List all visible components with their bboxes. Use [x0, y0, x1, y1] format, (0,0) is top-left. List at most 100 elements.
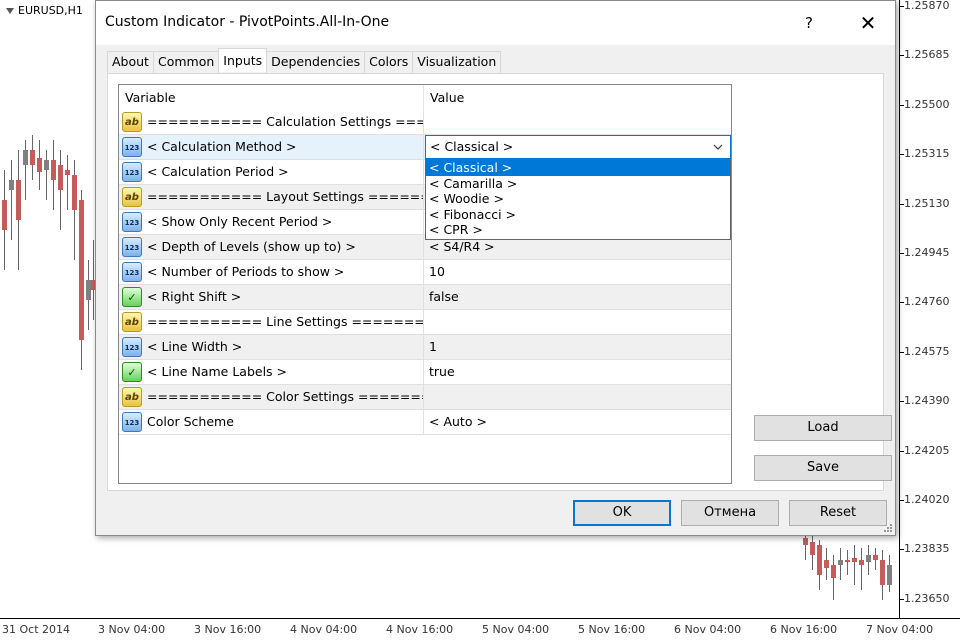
candle — [817, 540, 822, 590]
string-type-icon: ab — [122, 387, 142, 407]
cancel-button[interactable]: Отмена — [681, 500, 779, 526]
candle — [72, 160, 77, 260]
save-button[interactable]: Save — [754, 455, 892, 481]
variable-label: =========== Line Settings ============== — [147, 314, 424, 329]
variable-cell[interactable]: ab =========== Layout Settings ==========… — [119, 185, 424, 209]
value-cell[interactable]: < Auto > — [424, 410, 731, 434]
number-type-icon: 123 — [122, 337, 142, 357]
variable-cell[interactable]: ab =========== Color Settings =========== — [119, 385, 424, 409]
grid-row[interactable]: ab =========== Color Settings =========== — [119, 385, 731, 410]
variable-cell[interactable]: 123 Color Scheme — [119, 410, 424, 434]
time-label: 5 Nov 04:00 — [482, 623, 550, 636]
candle — [16, 150, 21, 270]
variable-cell[interactable]: 123 < Show Only Recent Period > — [119, 210, 424, 234]
candle — [810, 535, 815, 570]
variable-cell[interactable]: 123 < Calculation Period > — [119, 160, 424, 184]
variable-cell[interactable]: ✓ < Right Shift > — [119, 285, 424, 309]
bool-type-icon: ✓ — [122, 287, 142, 307]
variable-cell[interactable]: 123 < Line Width > — [119, 335, 424, 359]
tab-colors[interactable]: Colors — [364, 51, 414, 73]
variable-cell[interactable]: ab =========== Line Settings ============… — [119, 310, 424, 334]
value-label: false — [429, 289, 459, 304]
price-label: 1.24020 — [904, 493, 950, 506]
inputs-grid[interactable]: Variable Value ab =========== Calculation… — [118, 84, 732, 484]
grid-row[interactable]: ab =========== Calculation Settings =====… — [119, 110, 731, 135]
variable-cell[interactable]: ab =========== Calculation Settings =====… — [119, 110, 424, 134]
candle — [824, 548, 829, 580]
candle — [30, 135, 35, 180]
value-cell[interactable]: true — [424, 360, 731, 384]
candle — [86, 260, 91, 330]
price-label: 1.25500 — [904, 97, 950, 111]
string-type-icon: ab — [122, 312, 142, 332]
title-bar[interactable]: Custom Indicator - PivotPoints.All-In-On… — [96, 1, 895, 45]
value-cell[interactable]: false — [424, 285, 731, 309]
tab-about[interactable]: About — [107, 51, 154, 73]
variable-label: =========== Color Settings =========== — [147, 389, 423, 404]
candle — [37, 140, 42, 190]
variable-cell[interactable]: 123 < Calculation Method > — [119, 135, 424, 159]
candle — [23, 140, 28, 200]
variable-label: =========== Layout Settings ============… — [147, 189, 423, 204]
candle — [866, 545, 871, 575]
string-type-icon: ab — [122, 187, 142, 207]
grid-row[interactable]: 123 < Number of Periods to show > 10 — [119, 260, 731, 285]
variable-label: < Line Width > — [147, 339, 243, 354]
price-label: 1.23650 — [904, 591, 950, 605]
tab-common[interactable]: Common — [152, 51, 220, 73]
candle — [880, 550, 885, 600]
value-cell[interactable]: 1 — [424, 335, 731, 359]
variable-cell[interactable]: ✓ < Line Name Labels > — [119, 360, 424, 384]
candle — [44, 150, 49, 200]
bool-type-icon: ✓ — [122, 362, 142, 382]
candle — [852, 545, 857, 585]
dropdown-option[interactable]: < Woodie > — [426, 191, 730, 207]
variable-cell[interactable]: 123 < Number of Periods to show > — [119, 260, 424, 284]
dropdown-option[interactable]: < Fibonacci > — [426, 207, 730, 223]
symbol-dropdown-icon[interactable] — [6, 8, 14, 14]
ok-button[interactable]: OK — [573, 500, 671, 526]
price-label: 1.25130 — [904, 196, 950, 210]
variable-label: < Depth of Levels (show up to) > — [147, 239, 356, 254]
value-cell[interactable] — [424, 310, 731, 334]
column-header-variable[interactable]: Variable — [119, 85, 424, 110]
number-type-icon: 123 — [122, 212, 142, 232]
time-label: 4 Nov 04:00 — [290, 623, 358, 636]
calculation-method-dropdown: < Classical > < Camarilla > < Woodie > < Fi… — [425, 159, 731, 240]
value-cell[interactable] — [424, 385, 731, 409]
price-axis: 1.25870 1.25685 1.25500 1.25315 1.25130 1.249… — [900, 0, 960, 618]
tab-visualization[interactable]: Visualization — [412, 51, 502, 73]
chart-symbol[interactable]: EURUSD,H1 — [6, 4, 83, 17]
candle — [887, 555, 892, 592]
resize-grip-icon[interactable] — [883, 523, 893, 533]
grid-row[interactable]: ab =========== Line Settings ============… — [119, 310, 731, 335]
dropdown-option[interactable]: < CPR > — [426, 222, 730, 238]
grid-row[interactable]: ✓ < Line Name Labels > true — [119, 360, 731, 385]
variable-cell[interactable]: 123 < Depth of Levels (show up to) > — [119, 235, 424, 259]
grid-row[interactable]: ✓ < Right Shift > false — [119, 285, 731, 310]
time-label: 31 Oct 2014 — [2, 623, 71, 636]
grid-row[interactable]: 123 < Line Width > 1 — [119, 335, 731, 360]
tab-inputs[interactable]: Inputs — [218, 48, 268, 72]
grid-row[interactable]: 123 Color Scheme < Auto > — [119, 410, 731, 435]
variable-label: < Calculation Method > — [147, 139, 297, 154]
time-label: 4 Nov 16:00 — [386, 623, 454, 636]
column-header-value[interactable]: Value — [424, 85, 731, 110]
price-label: 1.24390 — [904, 394, 950, 408]
chevron-down-icon[interactable] — [712, 141, 724, 153]
inputs-tab-page: Variable Value ab =========== Calculation… — [107, 73, 892, 491]
variable-label: =========== Calculation Settings =======… — [147, 114, 423, 129]
tab-dependencies[interactable]: Dependencies — [266, 51, 366, 73]
value-cell[interactable]: 10 — [424, 260, 731, 284]
price-label: 1.23835 — [904, 542, 950, 556]
help-button[interactable]: ? — [793, 9, 825, 37]
value-label: true — [429, 364, 455, 379]
dropdown-option[interactable]: < Camarilla > — [426, 176, 730, 192]
candle — [51, 140, 56, 210]
value-cell[interactable] — [424, 110, 731, 134]
dropdown-option[interactable]: < Classical > — [426, 160, 730, 176]
reset-button[interactable]: Reset — [789, 500, 887, 526]
load-button[interactable]: Load — [754, 415, 892, 441]
close-button[interactable]: ✕ — [848, 7, 888, 39]
calculation-method-combobox[interactable]: < Classical > — [425, 135, 731, 159]
